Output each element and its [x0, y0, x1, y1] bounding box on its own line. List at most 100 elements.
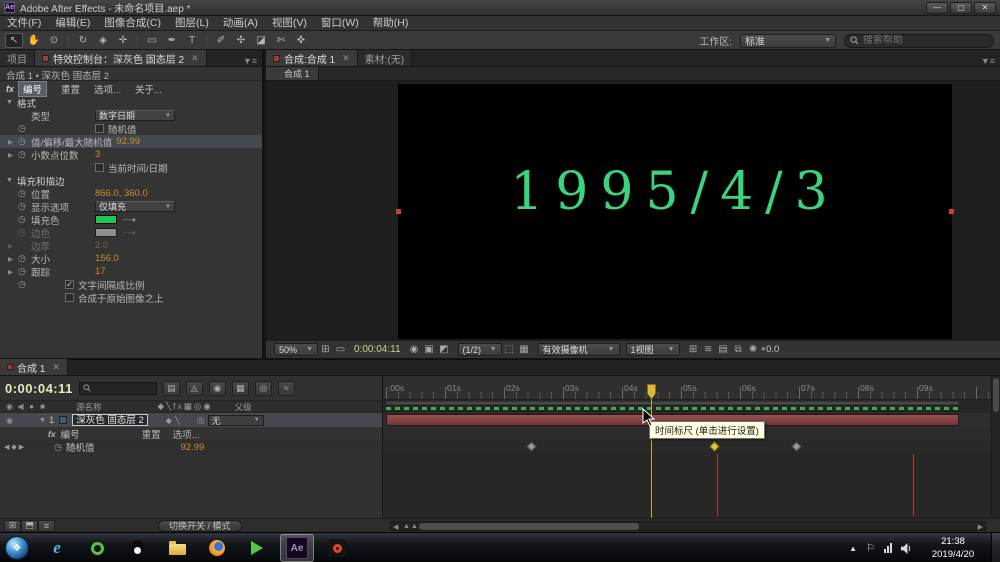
tab-project[interactable]: 项目 — [0, 50, 35, 66]
comp-timecode[interactable]: 0:00:04:11 — [354, 344, 401, 355]
random-checkbox[interactable] — [95, 124, 104, 133]
menu-composition[interactable]: 图像合成(C) — [97, 16, 168, 31]
exposure-value[interactable]: +0.0 — [761, 344, 780, 355]
timeline-button-icon[interactable]: ▤ — [716, 344, 731, 355]
stopwatch-icon[interactable]: ◷ — [18, 123, 31, 134]
hide-shy-layers-icon[interactable]: ◉ — [209, 381, 226, 396]
tab-close-icon[interactable]: ✕ — [342, 53, 350, 64]
size-value[interactable]: 156.0 — [95, 253, 119, 264]
stopwatch-icon[interactable]: ◷ — [18, 266, 31, 277]
prev-keyframe-icon[interactable]: ◀ — [4, 443, 9, 451]
view-layout-dropdown[interactable]: 1视图▼ — [626, 343, 680, 356]
about-link[interactable]: 关于... — [135, 82, 162, 96]
action-center-icon[interactable]: ⚐ — [866, 543, 875, 554]
parent-dropdown[interactable]: 无▼ — [208, 415, 264, 426]
parent-column[interactable]: 父级 — [235, 401, 252, 413]
group-format[interactable]: ▼格式 — [0, 96, 262, 109]
tab-close-icon[interactable]: ✕ — [191, 53, 199, 64]
roto-brush-tool-icon[interactable]: ✄ — [272, 33, 290, 48]
composition-mini-flowchart-icon[interactable]: ▤ — [163, 381, 180, 396]
tracking-value[interactable]: 17 — [95, 266, 106, 277]
rotation-tool-icon[interactable]: ↻ — [74, 33, 92, 48]
menu-animation[interactable]: 动画(A) — [216, 16, 265, 31]
stopwatch-icon[interactable]: ◷ — [18, 201, 31, 212]
fast-preview-icon[interactable]: ≋ — [701, 344, 716, 355]
safe-margins-icon[interactable]: ⊞ — [318, 344, 333, 355]
layer-expand-icon[interactable]: ▼ — [39, 417, 46, 424]
menu-layer[interactable]: 图层(L) — [168, 16, 216, 31]
layer-name-field[interactable]: 深灰色 固态层 2 — [72, 414, 148, 426]
expand-icon[interactable]: ▶ — [8, 151, 18, 159]
panel-menu-icon[interactable]: ▼≡ — [238, 56, 262, 66]
menu-view[interactable]: 视图(V) — [265, 16, 314, 31]
tab-close-icon[interactable]: ✕ — [52, 362, 60, 373]
workspace-dropdown[interactable]: 标准▼ — [740, 34, 836, 48]
menu-edit[interactable]: 编辑(E) — [48, 16, 97, 31]
stopwatch-icon[interactable]: ◷ — [18, 149, 31, 160]
type-dropdown[interactable]: 数字日期▼ — [95, 110, 175, 121]
tab-effect-controls[interactable]: 特效控制台：深灰色 固态层 2 ✕ — [35, 50, 207, 66]
taskbar-ie-icon[interactable]: e — [40, 534, 74, 562]
eye-icon[interactable]: ◉ — [4, 416, 15, 425]
decimals-value[interactable]: 3 — [95, 149, 100, 160]
puppet-tool-icon[interactable]: ✜ — [292, 33, 310, 48]
channels-icon[interactable]: ◩ — [437, 344, 452, 355]
camera-tool-icon[interactable]: ◈ — [94, 33, 112, 48]
add-keyframe-icon[interactable]: ◆ — [11, 443, 16, 451]
mask-visibility-icon[interactable]: ▭ — [333, 344, 348, 355]
pan-behind-tool-icon[interactable]: ✛ — [114, 33, 132, 48]
pick-whip-icon[interactable]: ◎ — [197, 415, 205, 426]
tab-footage[interactable]: 素材:(无) — [358, 50, 412, 66]
search-input[interactable] — [863, 35, 983, 46]
pen-tool-icon[interactable]: ✒ — [163, 33, 181, 48]
zoom-tool-icon[interactable]: ⊙ — [45, 33, 63, 48]
expand-transfer-icon[interactable]: ⬒ — [21, 520, 38, 532]
layer-row[interactable]: ◉ ▼ 1 深灰色 固态层 2 ◆╲ ◎ 无▼ — [0, 413, 382, 427]
effect-name[interactable]: 编号 — [18, 81, 47, 97]
panel-menu-icon[interactable]: ▼≡ — [976, 56, 1000, 66]
taskbar-browser-icon[interactable] — [80, 534, 114, 562]
collapse-icon[interactable]: ▼ — [6, 99, 13, 106]
timeline-vertical-scrollbar[interactable] — [991, 376, 1000, 518]
maximize-icon[interactable]: ▢ — [950, 2, 972, 14]
keyframe-diamond[interactable] — [792, 442, 802, 452]
type-tool-icon[interactable]: T — [183, 33, 201, 48]
scroll-left-icon[interactable]: ◀ — [393, 523, 398, 531]
taskbar-after-effects-icon[interactable]: Ae — [280, 534, 314, 562]
position-value[interactable]: 866.0, 360.0 — [95, 188, 148, 199]
frame-blend-icon[interactable]: ▦ — [232, 381, 249, 396]
composite-checkbox[interactable] — [65, 293, 74, 302]
zoom-out-mountain-icon[interactable]: ▲ — [403, 523, 410, 530]
transparency-grid-icon[interactable]: ▦ — [517, 344, 532, 355]
expand-layers-icon[interactable]: ⊞ — [4, 520, 21, 532]
stopwatch-icon[interactable]: ◷ — [18, 253, 31, 264]
taskbar-explorer-icon[interactable] — [160, 534, 194, 562]
toggle-switches-modes-button[interactable]: 切换开关 / 模式 — [158, 520, 242, 532]
stopwatch-icon[interactable]: ◷ — [18, 279, 31, 290]
flowchart-icon[interactable]: ⧉ — [731, 344, 746, 355]
draft-3d-icon[interactable]: ◬ — [186, 381, 203, 396]
snapshot-icon[interactable]: ◉ — [407, 344, 422, 355]
taskbar-recorder-icon[interactable] — [320, 534, 354, 562]
camera-dropdown[interactable]: 有效摄像机▼ — [538, 343, 620, 356]
current-time-display[interactable]: 0:00:04:11 — [5, 381, 73, 396]
clone-stamp-tool-icon[interactable]: ✣ — [232, 33, 250, 48]
mask-shape-tool-icon[interactable]: ▭ — [143, 33, 161, 48]
effect-row[interactable]: fx 编号 重置 选项... — [0, 427, 382, 440]
comp-viewer[interactable]: 1995/4/3 — [266, 81, 1000, 340]
resolution-dropdown[interactable]: (1/2)▼ — [458, 343, 502, 356]
motion-blur-icon[interactable]: ◎ — [255, 381, 272, 396]
scrollbar-thumb[interactable] — [993, 378, 999, 412]
menu-window[interactable]: 窗口(W) — [314, 16, 366, 31]
property-name[interactable]: 随机值 — [66, 440, 95, 454]
expand-icon[interactable]: ▶ — [8, 138, 18, 146]
proportional-checkbox[interactable]: ✓ — [65, 280, 74, 289]
layer-handle[interactable] — [949, 209, 954, 214]
reset-link[interactable]: 重置 — [142, 427, 161, 441]
graph-editor-icon[interactable]: ≈ — [278, 381, 295, 396]
stopwatch-icon[interactable]: ◷ — [18, 214, 31, 225]
stopwatch-icon[interactable]: ◷ — [18, 136, 31, 147]
layer-handle[interactable] — [396, 209, 401, 214]
property-value[interactable]: 92.99 — [181, 442, 205, 453]
volume-icon[interactable] — [901, 543, 912, 554]
